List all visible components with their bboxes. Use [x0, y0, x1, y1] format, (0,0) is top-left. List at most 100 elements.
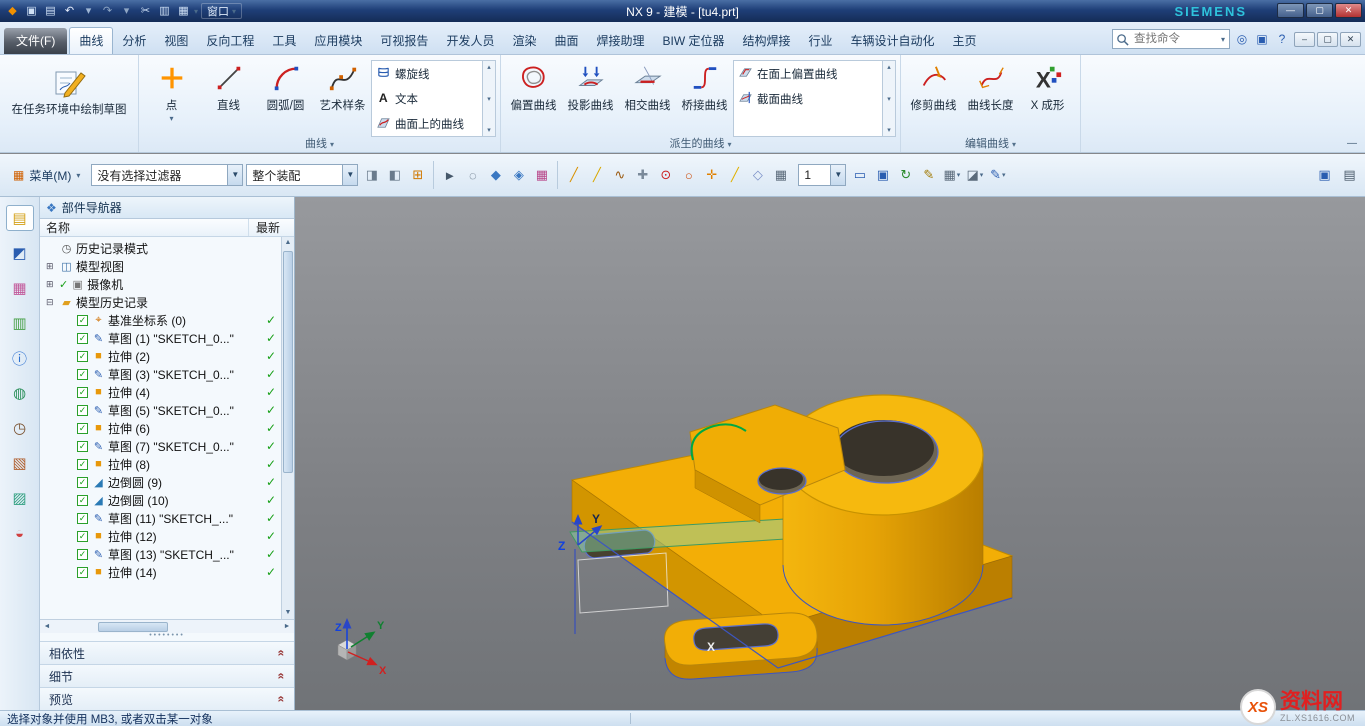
restore-button[interactable]: ▢ — [1306, 3, 1333, 18]
window-menu-button[interactable]: 窗口 ▾ — [201, 3, 242, 19]
snap-point-on-face-icon[interactable]: ◇ — [747, 165, 768, 186]
menu-tab-4[interactable]: 反向工程 — [197, 28, 263, 54]
snap-intersection-icon[interactable]: ✚ — [632, 165, 653, 186]
tree-expand-icon[interactable]: ⊞ — [46, 261, 59, 272]
tree-expand-icon[interactable]: ⊟ — [46, 297, 59, 308]
feature-checkbox[interactable]: ✓ — [77, 513, 88, 524]
snap-endpoint-icon[interactable]: ╱ — [563, 165, 584, 186]
mdi-restore-button[interactable]: ▢ — [1317, 32, 1338, 47]
collapse-chevron-icon[interactable]: « — [275, 650, 289, 657]
menu-tab-5[interactable]: 工具 — [263, 28, 305, 54]
feature-checkbox[interactable]: ✓ — [77, 567, 88, 578]
feature-checkbox[interactable]: ✓ — [77, 441, 88, 452]
roles-icon[interactable]: ◒ — [6, 520, 34, 546]
undo-list-arrow-icon[interactable]: ▾ — [80, 3, 97, 20]
ribbon-project-curve-button[interactable]: 投影曲线 — [562, 58, 619, 113]
feature-checkbox[interactable]: ✓ — [77, 531, 88, 542]
collapse-chevron-icon[interactable]: « — [275, 696, 289, 703]
tree-expand-icon[interactable]: ⊞ — [46, 279, 59, 290]
gallery-arrow-icon[interactable]: ▾ — [487, 95, 491, 103]
gallery-arrow-icon[interactable]: ▴ — [487, 63, 491, 71]
nx-app-icon[interactable]: ◆ — [4, 3, 21, 20]
selection-scope-combo[interactable]: 整个装配 ▼ — [246, 164, 358, 186]
tree-row-2[interactable]: ⊞✓▣摄像机 — [40, 275, 294, 293]
snap-spline-pole-icon[interactable]: ∿ — [609, 165, 630, 186]
tree-row-3[interactable]: ⊟▰模型历史记录 — [40, 293, 294, 311]
snap-grid-icon[interactable]: ▦ — [770, 165, 791, 186]
selection-filter-combo[interactable]: 没有选择过滤器 ▼ — [91, 164, 243, 186]
ribbon-bridge-curve-button[interactable]: 桥接曲线 — [676, 58, 733, 113]
mdi-close-button[interactable]: ✕ — [1340, 32, 1361, 47]
gallery-arrow-icon[interactable]: ▾ — [887, 95, 891, 103]
lasso-select-icon[interactable]: ◌ — [462, 165, 483, 186]
ribbon-offset-in-face-item[interactable]: 在面上偏置曲线 — [734, 61, 882, 86]
ribbon-minimize-button[interactable]: — — [1347, 138, 1357, 149]
snap-solid-icon[interactable]: ◆ — [485, 165, 506, 186]
tree-row-5[interactable]: ✓✎草图 (1) "SKETCH_0..."✓ — [40, 329, 294, 347]
tree-row-13[interactable]: ✓◢边倒圆 (9)✓ — [40, 473, 294, 491]
assembly-navigator-icon[interactable]: ▤ — [6, 205, 34, 231]
panel-splitter[interactable]: •••••••• — [40, 633, 294, 641]
search-input[interactable] — [1132, 32, 1218, 46]
snap-midpoint-icon[interactable]: ╱ — [586, 165, 607, 186]
ribbon-arc-button[interactable]: 圆弧/圆 — [257, 58, 314, 113]
tree-row-16[interactable]: ✓■拉伸 (12)✓ — [40, 527, 294, 545]
column-latest[interactable]: 最新 — [248, 219, 294, 236]
tree-row-8[interactable]: ✓■拉伸 (4)✓ — [40, 383, 294, 401]
scrollbar-thumb[interactable] — [98, 622, 168, 632]
tree-row-4[interactable]: ✓⌖基准坐标系 (0)✓ — [40, 311, 294, 329]
group-label-curve[interactable]: 曲线▾ — [139, 135, 500, 151]
cut-icon[interactable]: ✂ — [137, 3, 154, 20]
feature-checkbox[interactable]: ✓ — [77, 333, 88, 344]
feature-checkbox[interactable]: ✓ — [77, 549, 88, 560]
section-1[interactable]: 细节« — [40, 664, 294, 687]
tree-row-14[interactable]: ✓◢边倒圆 (10)✓ — [40, 491, 294, 509]
command-search-box[interactable]: ▾ — [1112, 29, 1230, 49]
tree-row-10[interactable]: ✓■拉伸 (6)✓ — [40, 419, 294, 437]
menu-tab-1[interactable]: 曲线 — [69, 27, 113, 54]
collapse-chevron-icon[interactable]: « — [275, 673, 289, 680]
column-name[interactable]: 名称 — [40, 219, 248, 236]
part-navigator-header[interactable]: ❖ 部件导航器 — [40, 197, 294, 219]
tree-row-1[interactable]: ⊞◫模型视图 — [40, 257, 294, 275]
print-icon[interactable]: ▤ — [42, 3, 59, 20]
undo-icon[interactable]: ↶ — [61, 3, 78, 20]
tree-row-0[interactable]: ◷历史记录模式 — [40, 239, 294, 257]
navigator-column-headers[interactable]: 名称 最新 — [40, 219, 294, 237]
hd3d-tools-icon[interactable]: ⓘ — [6, 345, 34, 371]
model-bottom-tab[interactable] — [665, 613, 818, 679]
window-stack-icon[interactable]: ▣ — [1314, 165, 1335, 186]
menu-button[interactable]: ▦ 菜单(M) ▾ — [5, 163, 88, 188]
chevron-down-icon[interactable]: ▾ — [1002, 171, 1006, 179]
zoom-window-icon[interactable]: ▭ — [849, 165, 870, 186]
grid-display-icon[interactable]: ▦▾ — [941, 165, 962, 186]
search-dropdown-icon[interactable]: ▾ — [1221, 35, 1225, 44]
scroll-down-icon[interactable]: ▼ — [282, 607, 294, 619]
menu-tab-13[interactable]: 结构焊接 — [734, 28, 800, 54]
feature-checkbox[interactable]: ✓ — [77, 405, 88, 416]
group-label-derived[interactable]: 派生的曲线▾ — [501, 135, 900, 151]
ribbon-spline-button[interactable]: 艺术样条 — [314, 58, 371, 113]
graphics-window[interactable]: Z Y X Z X Y — [295, 197, 1365, 710]
redo-icon[interactable]: ↷ — [99, 3, 116, 20]
zoom-command-icon[interactable]: ◎ — [1233, 30, 1251, 48]
tree-row-9[interactable]: ✓✎草图 (5) "SKETCH_0..."✓ — [40, 401, 294, 419]
scroll-left-icon[interactable]: ◄ — [40, 623, 54, 630]
ribbon-curve-on-surface-item[interactable]: 曲面上的曲线 — [372, 111, 482, 136]
copy-icon[interactable]: ▥ — [156, 3, 173, 20]
ribbon-intersect-curve-button[interactable]: 相交曲线 — [619, 58, 676, 113]
gallery-arrow-icon[interactable]: ▾ — [887, 126, 891, 134]
tree-horizontal-scrollbar[interactable]: ◄ ► — [40, 619, 294, 633]
gallery-scroll-strip[interactable]: ▴▾▾ — [483, 60, 496, 137]
tree-row-17[interactable]: ✓✎草图 (13) "SKETCH_..."✓ — [40, 545, 294, 563]
preview-toggle-icon[interactable]: ◨ — [361, 165, 382, 186]
section-0[interactable]: 相依性« — [40, 641, 294, 664]
sketch-in-task-environment-button[interactable]: 在任务环境中绘制草图 — [4, 58, 134, 117]
refresh-icon[interactable]: ↻ — [895, 165, 916, 186]
menu-tab-2[interactable]: 分析 — [113, 28, 155, 54]
ribbon-section-curve-item[interactable]: 截面曲线 — [734, 86, 882, 111]
feature-checkbox[interactable]: ✓ — [77, 459, 88, 470]
pointer-select-icon[interactable]: ► — [439, 165, 460, 186]
create-point-icon[interactable]: ⊞ — [407, 165, 428, 186]
history-icon[interactable]: ◷ — [6, 415, 34, 441]
